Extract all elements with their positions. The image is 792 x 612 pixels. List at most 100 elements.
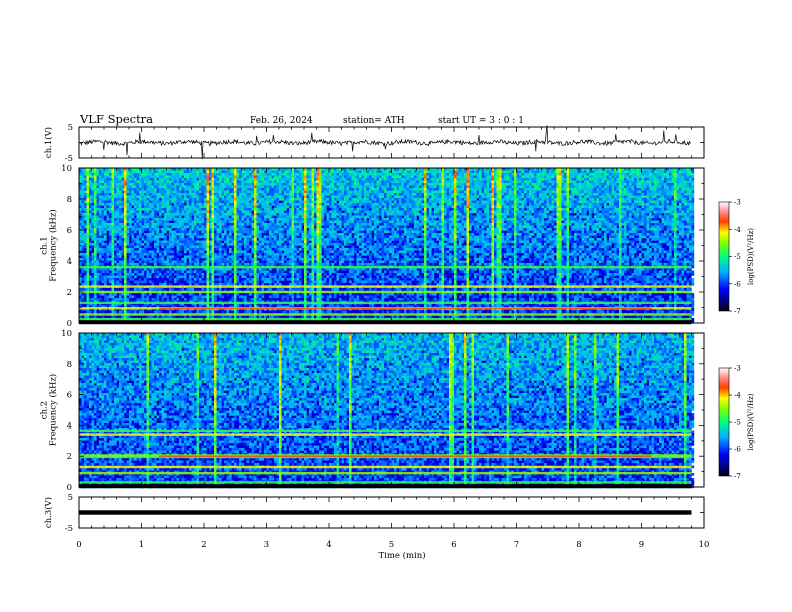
spectrogram-cell [304, 173, 307, 176]
spectrogram-cell [596, 173, 600, 176]
spectrogram-cell [339, 190, 342, 194]
spectrogram-cell [686, 215, 690, 219]
spectrogram-cell [486, 213, 490, 216]
spectrogram-cell [369, 180, 372, 184]
spectrogram-cell [514, 208, 517, 211]
spectrogram-cell [94, 213, 97, 216]
spectrogram-cell [361, 195, 365, 199]
spectrogram-cell [379, 170, 382, 174]
spectrogram-cell [654, 178, 657, 181]
spectrogram-cell [384, 200, 387, 204]
spectrogram-cell [596, 188, 600, 191]
spectrogram-cell [286, 178, 290, 181]
spectrogram-cell [376, 185, 380, 189]
spectrogram-cell [371, 200, 375, 204]
spectrogram-cell [136, 175, 140, 179]
spectrogram-cell [389, 210, 392, 214]
spectrogram-cell [376, 193, 380, 196]
spectrogram-cell [449, 203, 452, 206]
spectrogram-cell [169, 178, 172, 181]
spectrogram-cell [456, 190, 460, 194]
spectrogram-cell [154, 190, 157, 194]
spectrogram-cell [274, 213, 277, 216]
spectrogram-cell [551, 193, 555, 196]
spectrogram-cell [409, 170, 412, 174]
spectrogram-cell [474, 183, 477, 186]
spectrogram-cell [626, 213, 630, 216]
spectrogram-cell [101, 173, 105, 176]
spectrogram-cell [271, 195, 275, 199]
spectrogram-cell [341, 215, 345, 219]
spectrogram-cell [519, 170, 522, 174]
spectrogram-cell [376, 173, 380, 176]
spectrogram-cell [574, 193, 577, 196]
spectrogram-cell [444, 203, 447, 206]
spectrogram-cell [104, 175, 107, 179]
spectrogram-cell [274, 188, 277, 191]
spectrogram-cell [371, 213, 375, 216]
spectrogram-cell [599, 190, 602, 194]
spectrogram-cell [461, 183, 465, 186]
spectrogram-cell [676, 175, 680, 179]
spectrogram-cell [324, 210, 327, 214]
spectrogram-cell [344, 175, 347, 179]
spectrogram-cell [199, 205, 202, 209]
spectrogram-cell [459, 210, 462, 214]
spectrogram-cell [299, 195, 302, 199]
spectrogram-cell [646, 173, 650, 176]
spectrogram-cell [684, 200, 687, 204]
spectrogram-cell [449, 175, 452, 179]
spectrogram-cell [551, 208, 555, 211]
spectrogram-cell [174, 200, 177, 204]
spectrogram-cell [164, 185, 167, 189]
spectrogram-cell [239, 210, 242, 214]
spectrogram-cell [676, 178, 680, 181]
spectrogram-cell [96, 210, 100, 214]
spectrogram-cell [394, 170, 397, 174]
spectrogram-cell [226, 193, 230, 196]
spectrogram-cell [561, 173, 565, 176]
spectrogram-cell [561, 213, 565, 216]
spectrogram-cell [496, 195, 500, 199]
spectrogram-cell [219, 183, 222, 186]
spectrogram-cell [499, 203, 502, 206]
spectrogram-cell [346, 210, 350, 214]
spectrogram-cell [674, 180, 677, 184]
spectrogram-cell [324, 203, 327, 206]
spectrogram-cell [386, 178, 390, 181]
spectrogram-cell [484, 208, 487, 211]
spectrogram-cell [139, 173, 142, 176]
spectrogram-cell [349, 193, 352, 196]
spectrogram-cell [264, 205, 267, 209]
spectrogram-cell [231, 170, 235, 174]
spectrogram-cell [586, 208, 590, 211]
spectrogram-cell [649, 173, 652, 176]
spectrogram-cell [511, 180, 515, 184]
spectrogram-cell [216, 213, 220, 216]
spectrogram-cell [416, 210, 420, 214]
spectrogram-cell [96, 198, 100, 201]
spectrogram-cell [341, 175, 345, 179]
spectrogram-cell [161, 180, 165, 184]
spectrogram-cell [191, 200, 195, 204]
spectrogram-cell [209, 190, 212, 194]
spectrogram-cell [391, 203, 395, 206]
spectrogram-cell [414, 193, 417, 196]
spectrogram-cell [684, 215, 687, 219]
spectrogram-cell [641, 198, 645, 201]
spectrogram-cell [456, 188, 460, 191]
spectrogram-cell [356, 208, 360, 211]
spectrogram-cell [109, 183, 112, 186]
spectrogram-cell [491, 188, 495, 191]
spectrogram-cell [659, 208, 662, 211]
spectrogram-cell [574, 178, 577, 181]
spectrogram-cell [104, 195, 107, 199]
spectrogram-cell [419, 180, 422, 184]
spectrogram-cell [374, 195, 377, 199]
spectrogram-cell [544, 203, 547, 206]
spectrogram-cell [639, 183, 642, 186]
spectrogram-cell [641, 213, 645, 216]
spectrogram-cell [276, 215, 280, 219]
spectrogram-cell [564, 215, 567, 219]
spectrogram-cell [91, 215, 95, 219]
